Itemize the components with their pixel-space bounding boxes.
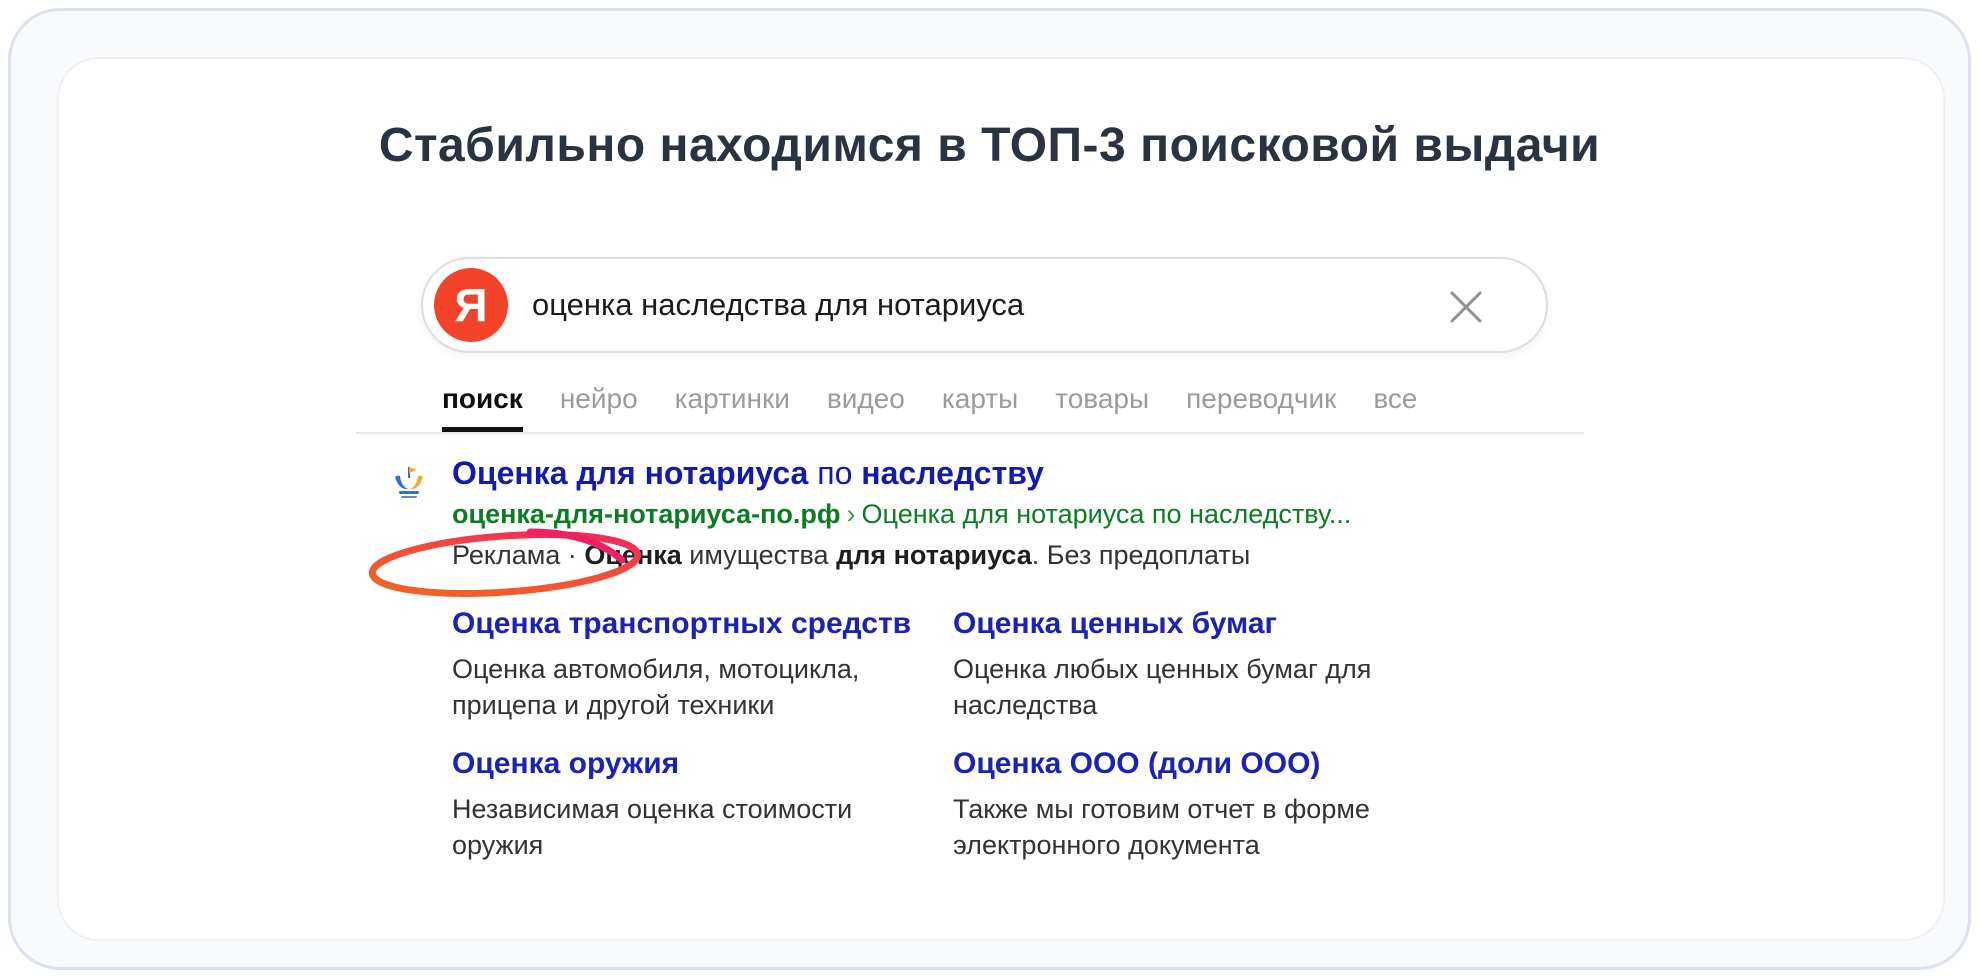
tab-neuro[interactable]: нейро [560, 383, 638, 433]
tab-images[interactable]: картинки [675, 383, 790, 433]
result-title-link[interactable]: Оценка для нотариуса по наследству [452, 455, 1044, 492]
search-input[interactable]: оценка наследства для нотариуса [532, 259, 1412, 351]
yandex-logo-letter: Я [454, 278, 487, 332]
result-title-bold2: наследству [861, 455, 1044, 491]
tab-maps[interactable]: карты [942, 383, 1018, 433]
tab-all[interactable]: все [1373, 383, 1417, 433]
sitelink-description: Независимая оценка стоимости оружия [452, 791, 942, 863]
sitelink-link[interactable]: Оценка ценных бумаг [953, 607, 1383, 641]
result-breadcrumb: Оценка для нотариуса по наследству... [862, 499, 1352, 529]
sitelink-item: Оценка ООО (доли ООО) Также мы готовим о… [953, 747, 1383, 863]
sitelink-link[interactable]: Оценка ООО (доли ООО) [953, 747, 1383, 781]
result-title-normal: по [808, 455, 861, 491]
yandex-logo-icon: Я [434, 268, 508, 342]
site-favicon-icon [391, 464, 427, 500]
search-bar[interactable]: Я оценка наследства для нотариуса [421, 257, 1548, 353]
breadcrumb-separator: › [841, 499, 862, 529]
snippet-bold2: для нотариуса [836, 540, 1032, 570]
sitelink-link[interactable]: Оценка транспортных средств [452, 607, 932, 641]
sitelink-item: Оценка ценных бумаг Оценка любых ценных … [953, 607, 1383, 723]
sitelink-description: Оценка любых ценных бумаг для наследства [953, 651, 1383, 723]
close-icon[interactable] [1444, 285, 1488, 329]
sitelink-link[interactable]: Оценка оружия [452, 747, 942, 781]
tab-video[interactable]: видео [827, 383, 905, 433]
result-domain: оценка-для-нотариуса-по.рф [452, 499, 841, 529]
tabs-divider [356, 432, 1584, 434]
sitelink-description: Оценка автомобиля, мотоцикла, прицепа и … [452, 651, 932, 723]
page-title: Стабильно находимся в ТОП-3 поисковой вы… [0, 118, 1979, 173]
sitelink-description: Также мы готовим отчет в форме электронн… [953, 791, 1383, 863]
result-title-bold1: Оценка для нотариуса [452, 455, 808, 491]
snippet-mid: имущества [682, 540, 836, 570]
search-tabs: поиск нейро картинки видео карты товары … [442, 383, 1418, 433]
result-snippet: Реклама · Оценка имущества для нотариуса… [452, 540, 1250, 571]
tab-search[interactable]: поиск [442, 383, 523, 433]
tab-translate[interactable]: переводчик [1186, 383, 1336, 433]
tab-goods[interactable]: товары [1055, 383, 1149, 433]
ad-label: Реклама · [452, 540, 584, 570]
snippet-tail: . Без предоплаты [1032, 540, 1250, 570]
snippet-bold1: Оценка [584, 540, 681, 570]
sitelink-item: Оценка транспортных средств Оценка автом… [452, 607, 932, 723]
sitelink-item: Оценка оружия Независимая оценка стоимос… [452, 747, 942, 863]
result-url-line[interactable]: оценка-для-нотариуса-по.рф›Оценка для но… [452, 499, 1351, 530]
